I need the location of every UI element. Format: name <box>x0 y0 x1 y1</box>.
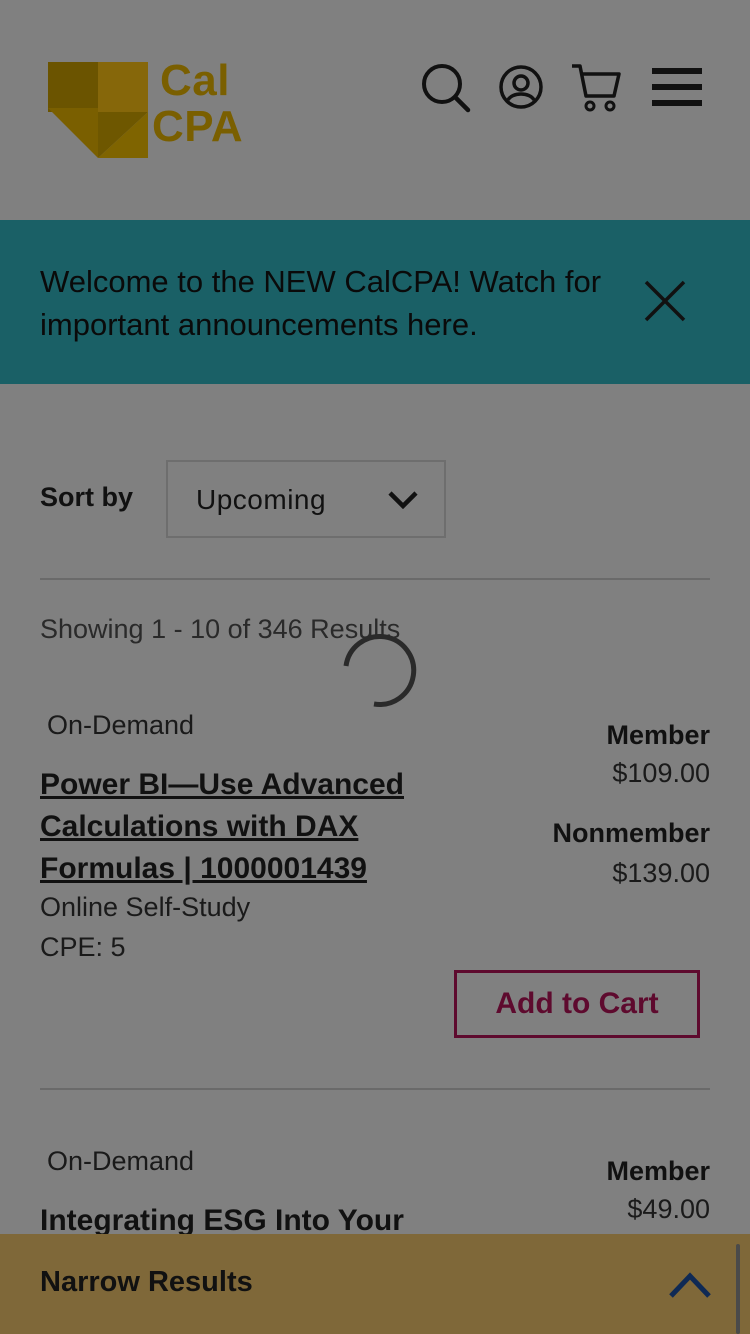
menu-icon[interactable] <box>650 66 702 118</box>
calcpa-logo[interactable]: Cal CPA <box>46 58 256 162</box>
nonmember-price-label: Nonmember <box>552 818 710 848</box>
nonmember-price: $139.00 <box>612 858 710 888</box>
course-title-link[interactable]: Power BI—Use Advanced Calculations with … <box>40 764 460 890</box>
loading-spinner-icon <box>340 630 420 710</box>
member-price: $49.00 <box>627 1194 710 1224</box>
sort-selected-value: Upcoming <box>196 484 327 515</box>
chevron-down-icon <box>386 488 420 512</box>
course-format-tag: On-Demand <box>47 710 195 740</box>
course-delivery: Online Self-Study <box>40 892 251 922</box>
divider <box>40 1088 710 1090</box>
sort-label: Sort by <box>40 482 134 512</box>
scrollbar[interactable] <box>736 1244 740 1334</box>
logo-text: Cal CPA <box>152 56 243 150</box>
course-cpe: CPE: 5 <box>40 932 126 962</box>
narrow-results-bar[interactable]: Narrow Results <box>0 1234 750 1334</box>
logo-mark-icon <box>48 62 148 158</box>
user-account-icon[interactable] <box>496 62 548 114</box>
logo-text-line2: CPA <box>152 102 244 151</box>
search-icon[interactable] <box>420 62 472 114</box>
course-format-tag: On-Demand <box>47 1146 195 1176</box>
chevron-up-icon[interactable] <box>666 1264 714 1304</box>
announcement-banner: Welcome to the NEW CalCPA! Watch for imp… <box>0 220 750 384</box>
announcement-text: Welcome to the NEW CalCPA! Watch for imp… <box>40 264 602 342</box>
member-price: $109.00 <box>612 758 710 788</box>
close-icon[interactable] <box>642 278 688 324</box>
cart-icon[interactable] <box>570 62 622 114</box>
add-to-cart-button[interactable]: Add to Cart <box>454 970 700 1038</box>
site-header: Cal CPA <box>0 0 750 220</box>
narrow-results-label: Narrow Results <box>40 1266 253 1298</box>
sort-dropdown[interactable]: Upcoming <box>166 460 446 538</box>
member-price-label: Member <box>606 1156 710 1186</box>
divider <box>40 578 710 580</box>
logo-text-line1: Cal <box>160 56 230 105</box>
member-price-label: Member <box>606 720 710 750</box>
